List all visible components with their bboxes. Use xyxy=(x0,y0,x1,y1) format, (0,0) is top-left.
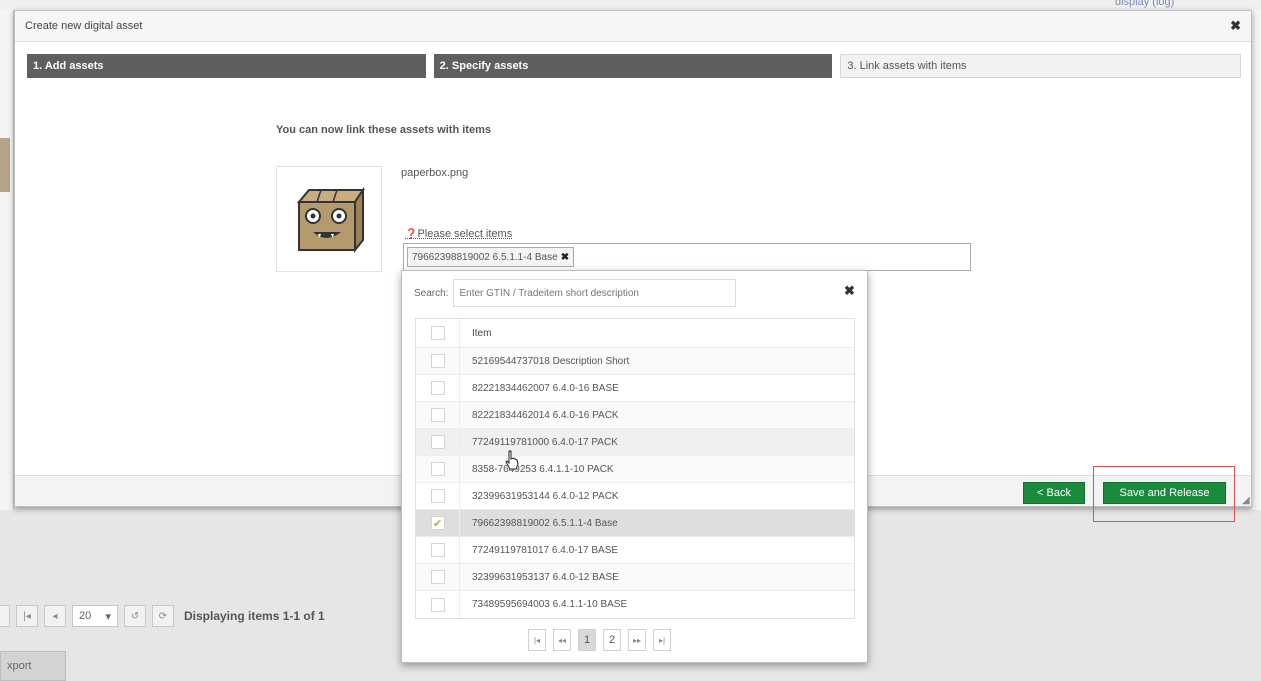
row-checkbox[interactable] xyxy=(430,408,445,422)
background-right-panel xyxy=(1252,10,1261,510)
step-specify-assets[interactable]: 2. Specify assets xyxy=(433,54,833,78)
select-all-cell xyxy=(416,319,460,347)
row-checkbox-cell xyxy=(416,456,460,482)
row-checkbox[interactable] xyxy=(430,570,445,584)
next-page-icon[interactable]: ▸▸ xyxy=(628,629,646,651)
row-item-label: 73489595694003 6.4.1.1-10 BASE xyxy=(472,599,628,610)
last-page-icon[interactable]: ▸| xyxy=(653,629,671,651)
row-item-label: 77249119781000 6.4.0-17 PACK xyxy=(472,436,618,448)
table-row[interactable]: 8358-7649253 6.4.1.1-10 PACK xyxy=(416,456,854,483)
background-pager: |◂ ◂ 20 ▾ ↺ ⟳ Displaying items 1-1 of 1 xyxy=(0,603,325,629)
step-label: 1. Add assets xyxy=(33,60,104,72)
close-icon[interactable]: ✖ xyxy=(1230,18,1241,34)
export-tab[interactable]: xport xyxy=(0,651,66,681)
selected-item-tag: 79662398819002 6.5.1.1-4 Base ✖ xyxy=(407,247,575,267)
row-checkbox-cell xyxy=(416,483,460,509)
row-checkbox-cell xyxy=(416,402,460,428)
page-button[interactable]: 2 xyxy=(603,629,621,651)
items-dropdown: Search: ✖ Item 52169544737018 Descriptio… xyxy=(401,270,868,663)
prev-page-icon[interactable]: ◂◂ xyxy=(553,629,571,651)
row-checkbox-cell xyxy=(416,375,460,401)
row-checkbox[interactable] xyxy=(430,435,445,449)
row-checkbox-checked[interactable]: ✔ xyxy=(430,516,445,530)
row-checkbox[interactable] xyxy=(430,381,445,395)
row-item-label: 32399631953137 6.4.0-12 BASE xyxy=(472,571,619,583)
row-checkbox-cell xyxy=(416,591,460,618)
row-checkbox[interactable] xyxy=(430,543,445,557)
search-input[interactable] xyxy=(453,279,737,307)
column-header-item: Item xyxy=(472,327,492,339)
dialog-title: Create new digital asset xyxy=(25,20,143,32)
background-header: display (log) xyxy=(0,0,1261,10)
items-select-field[interactable]: 79662398819002 6.5.1.1-4 Base ✖ xyxy=(403,243,971,271)
step-label: 2. Specify assets xyxy=(439,60,529,72)
row-checkbox[interactable] xyxy=(430,354,445,368)
row-item-label: 32399631953144 6.4.0-12 PACK xyxy=(472,490,619,502)
pager-edge xyxy=(0,605,10,627)
resize-handle-icon[interactable]: ◢ xyxy=(1242,495,1250,506)
dialog-header: Create new digital asset ✖ xyxy=(15,11,1251,42)
select-all-checkbox[interactable] xyxy=(430,326,445,340)
remove-tag-icon[interactable]: ✖ xyxy=(561,252,569,263)
checkmark-icon: ✔ xyxy=(432,517,443,530)
background-thumbnail xyxy=(0,138,10,192)
first-page-icon[interactable]: |◂ xyxy=(528,629,546,651)
dropdown-pager: |◂ ◂◂ 1 2 ▸▸ ▸| xyxy=(528,629,671,651)
items-table: Item 52169544737018 Description Short 82… xyxy=(415,318,855,619)
table-row[interactable]: 73489595694003 6.4.1.1-10 BASE xyxy=(416,591,854,618)
select-items-text: Please select items xyxy=(417,228,513,240)
refresh-icon[interactable]: ⟳ xyxy=(152,605,174,627)
save-and-release-button[interactable]: Save and Release xyxy=(1103,482,1226,504)
table-row[interactable]: 52169544737018 Description Short xyxy=(416,348,854,375)
table-row[interactable]: 82221834462007 6.4.0-16 BASE xyxy=(416,375,854,402)
chevron-down-icon: ▾ xyxy=(105,610,111,623)
back-button[interactable]: < Back xyxy=(1023,482,1085,504)
table-header-row: Item xyxy=(416,319,854,348)
first-page-icon[interactable]: |◂ xyxy=(16,605,38,627)
table-row[interactable]: 82221834462014 6.4.0-16 PACK xyxy=(416,402,854,429)
asset-thumbnail xyxy=(276,166,382,272)
pager-status: Displaying items 1-1 of 1 xyxy=(184,609,325,623)
row-checkbox-cell: ✔ xyxy=(416,510,460,536)
background-link[interactable]: display (log) xyxy=(1115,0,1174,8)
step-label: 3. Link assets with items xyxy=(847,60,967,72)
search-label: Search: xyxy=(414,287,449,299)
close-icon[interactable]: ✖ xyxy=(844,283,855,299)
select-items-label: ❓Please select items xyxy=(405,228,512,240)
row-item-label: 52169544737018 Description Short xyxy=(472,355,630,367)
table-row[interactable]: 77249119781017 6.4.0-17 BASE xyxy=(416,537,854,564)
intro-text: You can now link these assets with items xyxy=(276,124,491,136)
table-row-selected[interactable]: ✔ 79662398819002 6.5.1.1-4 Base xyxy=(416,510,854,537)
row-checkbox-cell xyxy=(416,537,460,563)
row-item-label: 79662398819002 6.5.1.1-4 Base xyxy=(472,517,618,529)
table-row[interactable]: 32399631953137 6.4.0-12 BASE xyxy=(416,564,854,591)
paperbox-monster-icon xyxy=(296,186,365,253)
hand-cursor-icon xyxy=(505,450,519,470)
wizard-steps: 1. Add assets 2. Specify assets 3. Link … xyxy=(27,54,1242,78)
row-item-label: 77249119781017 6.4.0-17 BASE xyxy=(472,544,619,556)
row-item-label: 8358-7649253 6.4.1.1-10 PACK xyxy=(472,463,614,475)
page-button-current[interactable]: 1 xyxy=(578,629,596,651)
dropdown-search: Search: xyxy=(414,279,737,307)
row-item-label: 82221834462014 6.4.0-16 PACK xyxy=(472,409,619,421)
table-row[interactable]: 32399631953144 6.4.0-12 PACK xyxy=(416,483,854,510)
undo-icon[interactable]: ↺ xyxy=(124,605,146,627)
asset-filename: paperbox.png xyxy=(401,167,469,179)
row-checkbox[interactable] xyxy=(430,462,445,476)
step-link-assets[interactable]: 3. Link assets with items xyxy=(840,54,1242,78)
row-item-label: 82221834462007 6.4.0-16 BASE xyxy=(472,382,619,394)
page-size-select[interactable]: 20 ▾ xyxy=(72,605,118,627)
step-add-assets[interactable]: 1. Add assets xyxy=(27,54,426,78)
row-checkbox-cell xyxy=(416,348,460,374)
tag-label: 79662398819002 6.5.1.1-4 Base xyxy=(412,251,558,263)
help-icon: ❓ xyxy=(405,229,418,240)
row-checkbox-cell xyxy=(416,564,460,590)
prev-page-icon[interactable]: ◂ xyxy=(44,605,66,627)
background-left-panel xyxy=(0,10,14,510)
row-checkbox-cell xyxy=(416,429,460,455)
row-checkbox[interactable] xyxy=(430,489,445,503)
page-size-value: 20 xyxy=(79,610,92,622)
row-checkbox[interactable] xyxy=(430,597,445,612)
table-row[interactable]: 77249119781000 6.4.0-17 PACK xyxy=(416,429,854,456)
